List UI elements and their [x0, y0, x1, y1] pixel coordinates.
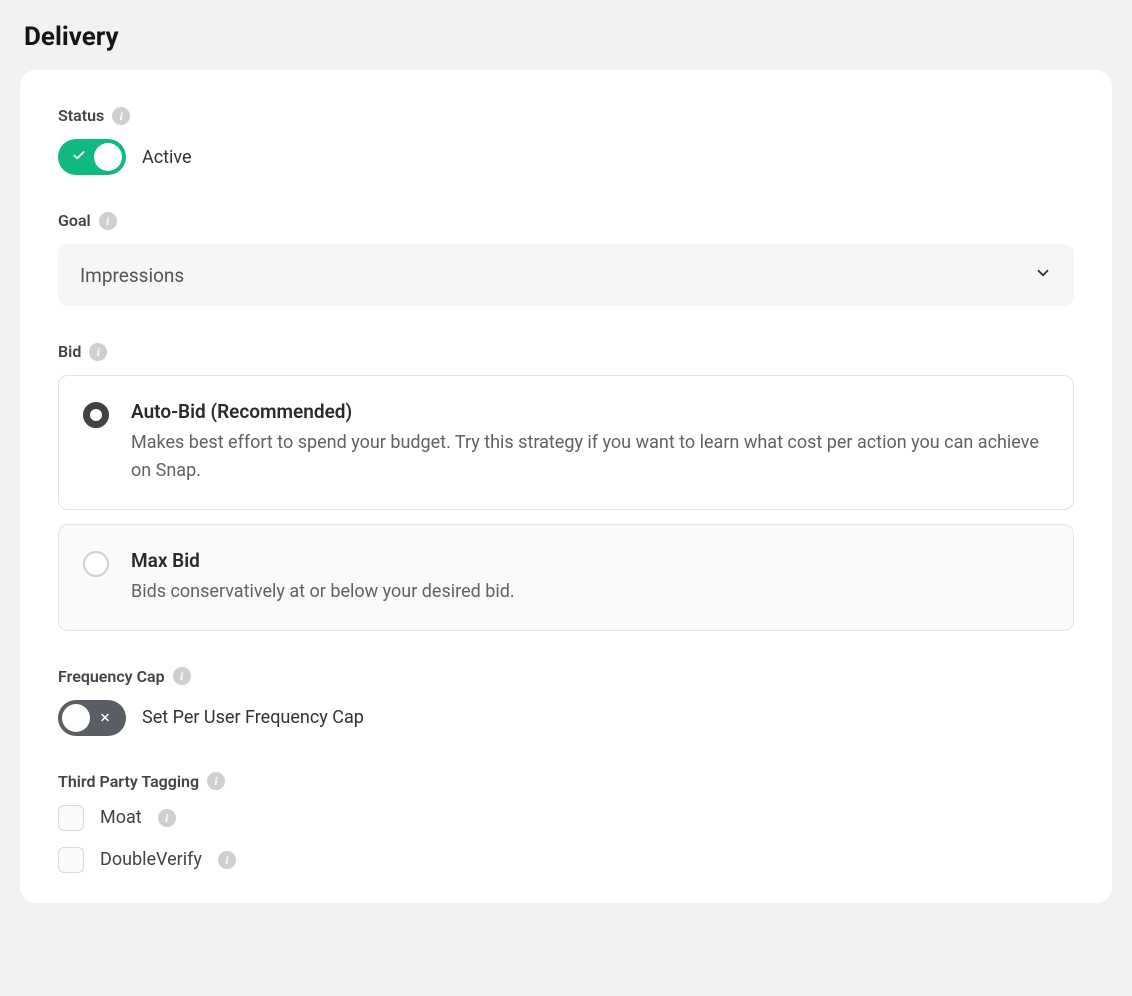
info-icon[interactable]: i	[89, 343, 107, 361]
info-icon[interactable]: i	[218, 851, 236, 869]
radio-unselected-icon	[83, 551, 109, 577]
checkbox-label: DoubleVerify	[100, 849, 202, 870]
moat-checkbox[interactable]	[58, 805, 84, 831]
third-party-tagging-section: Third Party Tagging i Moat i DoubleVerif…	[58, 772, 1074, 873]
goal-section: Goal i Impressions	[58, 211, 1074, 306]
doubleverify-checkbox[interactable]	[58, 847, 84, 873]
close-icon	[99, 708, 111, 727]
goal-label: Goal	[58, 211, 91, 230]
bid-option-description: Bids conservatively at or below your des…	[131, 578, 515, 606]
info-icon[interactable]: i	[173, 667, 191, 685]
check-icon	[72, 148, 86, 167]
bid-option-description: Makes best effort to spend your budget. …	[131, 429, 1049, 485]
third-party-tagging-label: Third Party Tagging	[58, 772, 199, 791]
status-value: Active	[142, 147, 192, 168]
frequency-cap-section: Frequency Cap i Set Per User Frequency C…	[58, 667, 1074, 736]
frequency-cap-label: Frequency Cap	[58, 667, 165, 686]
radio-selected-icon	[83, 402, 109, 428]
frequency-cap-toggle-label: Set Per User Frequency Cap	[142, 707, 364, 728]
info-icon[interactable]: i	[112, 107, 130, 125]
bid-option-auto-bid[interactable]: Auto-Bid (Recommended) Makes best effort…	[58, 375, 1074, 510]
goal-select-value: Impressions	[80, 264, 184, 287]
info-icon[interactable]: i	[158, 809, 176, 827]
goal-select[interactable]: Impressions	[58, 244, 1074, 306]
chevron-down-icon	[1034, 264, 1052, 286]
bid-section: Bid i Auto-Bid (Recommended) Makes best …	[58, 342, 1074, 631]
third-party-option-doubleverify: DoubleVerify i	[58, 847, 1074, 873]
status-label: Status	[58, 106, 104, 125]
info-icon[interactable]: i	[207, 772, 225, 790]
status-toggle[interactable]	[58, 139, 126, 175]
info-icon[interactable]: i	[99, 212, 117, 230]
bid-option-max-bid[interactable]: Max Bid Bids conservatively at or below …	[58, 524, 1074, 631]
delivery-card: Status i Active Goal i Impressions	[20, 70, 1112, 903]
page-title: Delivery	[0, 0, 1132, 70]
frequency-cap-toggle[interactable]	[58, 700, 126, 736]
bid-option-title: Auto-Bid (Recommended)	[131, 400, 1049, 423]
third-party-option-moat: Moat i	[58, 805, 1074, 831]
bid-label: Bid	[58, 342, 81, 361]
status-section: Status i Active	[58, 106, 1074, 175]
checkbox-label: Moat	[100, 807, 142, 828]
bid-option-title: Max Bid	[131, 549, 515, 572]
